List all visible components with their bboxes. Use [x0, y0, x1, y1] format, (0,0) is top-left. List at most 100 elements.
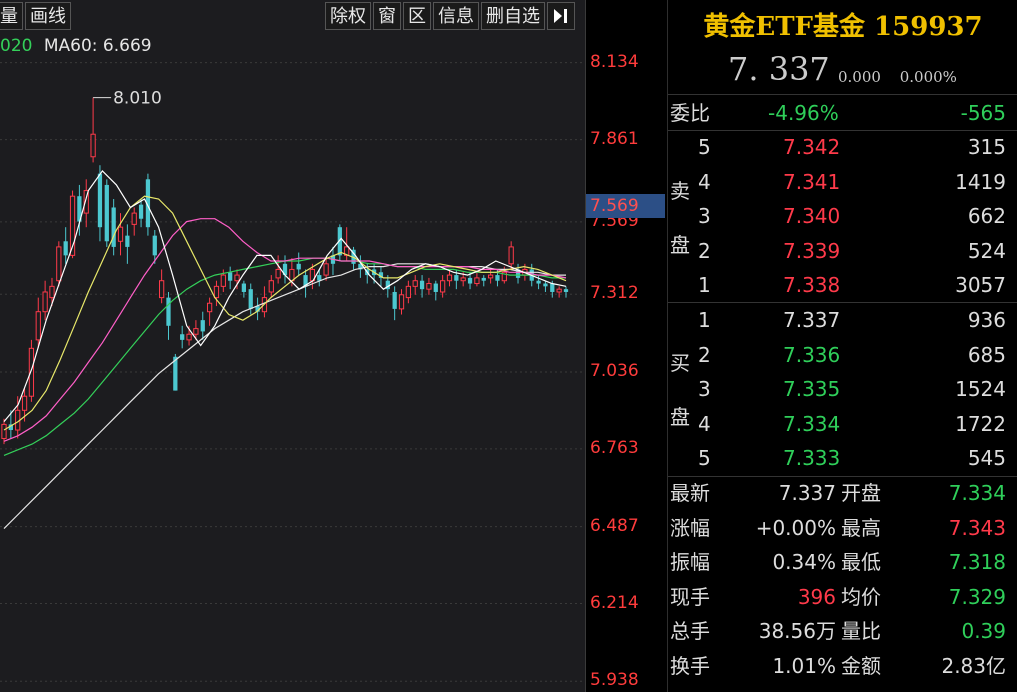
- exright-button[interactable]: 除权: [325, 2, 371, 30]
- sell-level: 4: [698, 165, 711, 199]
- candlestick: [297, 253, 301, 276]
- volume-partial-button[interactable]: 量: [0, 2, 23, 30]
- buy-level-row[interactable]: 47.3341722: [668, 407, 1017, 441]
- collapse-right-icon[interactable]: [547, 2, 575, 30]
- window-button[interactable]: 窗: [373, 2, 401, 30]
- stat-row: 最新7.337开盘7.334: [668, 476, 1017, 510]
- max-annotation: 8.010: [113, 89, 162, 109]
- candlestick: [228, 267, 232, 290]
- candlestick: [488, 269, 492, 283]
- buy-level-row[interactable]: 37.3351524: [668, 372, 1017, 406]
- quote-panel: 黄金ETF基金 159937 7. 337 0.000 0.000% 委比 -4…: [667, 0, 1017, 692]
- stat-value: 0.34%: [772, 545, 836, 579]
- y-tick-label: 7.036: [590, 361, 639, 381]
- interval-button[interactable]: 区: [403, 2, 431, 30]
- candlestick: [427, 278, 431, 295]
- candlestick: [303, 269, 307, 297]
- sell-volume: 1419: [955, 165, 1006, 199]
- sell-level-row[interactable]: 4 7.341 1419: [668, 165, 1017, 199]
- sell-level-row[interactable]: 37.340662: [668, 199, 1017, 233]
- candlestick: [50, 278, 54, 306]
- ma-legend: 020 MA60: 6.669: [0, 36, 152, 56]
- sell-level-row[interactable]: 17.3383057: [668, 268, 1017, 302]
- candlestick: [105, 179, 109, 247]
- buy-price: 7.333: [783, 441, 840, 475]
- price-axis: 8.1347.8617.5697.3127.0366.7636.4876.214…: [585, 0, 666, 692]
- buy-price: 7.335: [783, 372, 840, 406]
- stat-label: 最低: [841, 545, 881, 579]
- stat-label: 最新: [670, 476, 710, 510]
- candlestick: [166, 292, 170, 340]
- stat-value: +0.00%: [756, 511, 836, 545]
- buy-level-row[interactable]: 57.333545: [668, 441, 1017, 475]
- candlestick: [564, 286, 568, 297]
- sell-volume: 315: [968, 130, 1006, 164]
- toolbar-right: 除权 窗 区 信息 删自选: [325, 2, 577, 30]
- candlestick: [434, 281, 438, 301]
- candlestick: [447, 269, 451, 286]
- stat-value: 0.39: [961, 614, 1006, 648]
- candlestick: [557, 286, 561, 297]
- sell-volume: 3057: [955, 268, 1006, 302]
- candlestick: [201, 312, 205, 340]
- stat-value: 38.56万: [759, 614, 836, 648]
- candlestick: [406, 281, 410, 304]
- candlestick: [112, 199, 116, 255]
- stat-value: 7.334: [949, 476, 1006, 510]
- price-change: 0.000 0.000%: [838, 68, 957, 86]
- stat-value: 1.01%: [772, 649, 836, 683]
- sell-price: 7.342: [783, 130, 840, 164]
- candlestick: [70, 191, 74, 259]
- draw-line-button[interactable]: 画线: [25, 2, 71, 30]
- weibi-percent: -4.96%: [768, 96, 839, 130]
- stat-row: 振幅0.34%最低7.318: [668, 545, 1017, 579]
- candlestick: [118, 213, 122, 255]
- candlestick: [509, 241, 513, 269]
- sell-price: 7.341: [783, 165, 840, 199]
- candlestick: [132, 207, 136, 235]
- latest-price: 7. 337: [728, 50, 830, 88]
- buy-volume: 1722: [955, 407, 1006, 441]
- sell-level-row[interactable]: 57.342315: [668, 130, 1017, 164]
- stat-row: 现手396均价7.329: [668, 580, 1017, 614]
- stat-label: 均价: [841, 580, 881, 614]
- kline-chart-area[interactable]: 8.010 量 画线 除权 窗 区 信息 删自选 020 MA60: 6.669: [0, 0, 585, 692]
- buy-level-row[interactable]: 17.337936: [668, 303, 1017, 337]
- stat-value: 396: [798, 580, 836, 614]
- candlestick: [249, 284, 253, 315]
- stat-label: 换手: [670, 649, 710, 683]
- candlestick: [242, 281, 246, 298]
- remove-watchlist-button[interactable]: 删自选: [481, 2, 545, 30]
- toolbar-left: 量 画线: [0, 2, 73, 30]
- ma60-line: [4, 264, 566, 529]
- y-tick-label: 8.134: [590, 52, 639, 72]
- candlestick: [160, 269, 164, 303]
- current-price-marker: 7.569: [586, 194, 665, 218]
- fund-title: 黄金ETF基金 159937: [668, 6, 1017, 43]
- buy-level-row[interactable]: 27.336685: [668, 338, 1017, 372]
- buy-price: 7.334: [783, 407, 840, 441]
- candlestick: [180, 326, 184, 349]
- stat-value: 2.83亿: [941, 649, 1006, 683]
- y-tick-label: 7.312: [590, 283, 639, 303]
- buy-level: 3: [698, 372, 711, 406]
- candlestick: [276, 255, 280, 283]
- candlestick: [399, 289, 403, 314]
- kline-chart[interactable]: 8.010: [0, 0, 585, 692]
- weibi-label: 委比: [670, 96, 710, 130]
- buy-volume: 685: [968, 338, 1006, 372]
- info-button[interactable]: 信息: [433, 2, 479, 30]
- candlestick: [91, 98, 95, 163]
- stat-label: 开盘: [841, 476, 881, 510]
- buy-level: 1: [698, 303, 711, 337]
- ma-partial-label: 020: [0, 36, 32, 56]
- y-tick-label: 6.214: [590, 593, 639, 613]
- candlestick: [475, 272, 479, 286]
- candlestick: [543, 281, 547, 292]
- buy-level: 2: [698, 338, 711, 372]
- stat-label: 现手: [670, 580, 710, 614]
- stat-label: 总手: [670, 614, 710, 648]
- weibi-row: 委比 -4.96% -565: [668, 96, 1017, 130]
- sell-level-row[interactable]: 27.339524: [668, 234, 1017, 268]
- sell-price: 7.338: [783, 268, 840, 302]
